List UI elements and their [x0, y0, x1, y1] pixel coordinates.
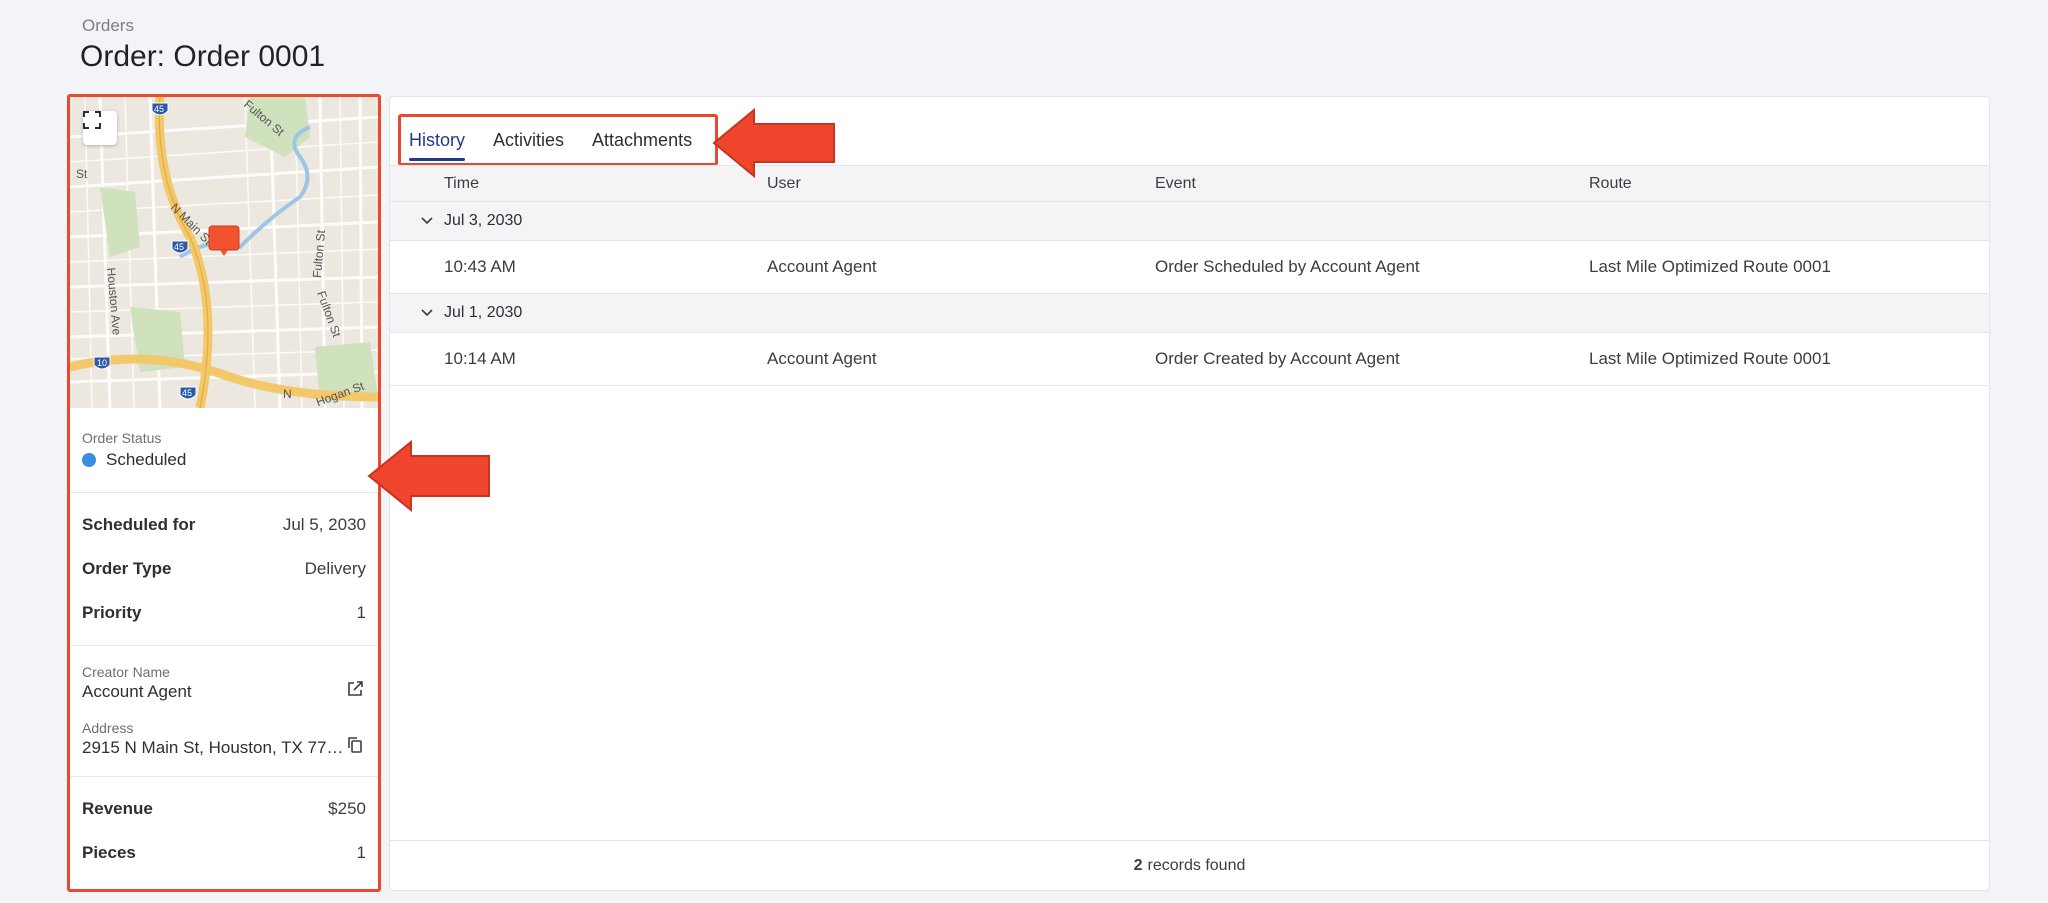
map-street-label: N	[283, 387, 292, 401]
detail-key: Order Type	[82, 559, 172, 578]
detail-row-order-type: Order Type Delivery	[82, 547, 366, 591]
cell-route: Last Mile Optimized Route 0001	[1589, 349, 1831, 368]
page-title: Order: Order 0001	[80, 40, 326, 73]
cell-time: 10:43 AM	[444, 257, 516, 276]
tab-history[interactable]: History	[409, 117, 466, 163]
highway-label: 45	[154, 104, 165, 114]
map-street-label: St	[76, 167, 88, 181]
annotation-arrow-left-icon	[367, 439, 490, 513]
creator-value: Account Agent	[82, 682, 192, 701]
detail-value: $250	[328, 799, 366, 818]
address-value: 2915 N Main St, Houston, TX 77009	[82, 738, 344, 757]
map-expand-button[interactable]	[83, 111, 117, 145]
order-status-value: Scheduled	[106, 450, 187, 469]
order-status-label: Order Status	[82, 430, 162, 446]
column-header-event[interactable]: Event	[1155, 175, 1196, 193]
table-row[interactable]: 10:43 AM Account Agent Order Scheduled b…	[390, 241, 1989, 294]
detail-key: Scheduled for	[82, 515, 196, 534]
detail-value: Delivery	[304, 559, 366, 578]
detail-row-revenue: Revenue $250	[82, 787, 366, 831]
detail-value: 1	[356, 603, 366, 622]
address-label: Address	[82, 720, 134, 736]
detail-key: Revenue	[82, 799, 153, 818]
order-info-section: Creator Name Account Agent Address 2915 …	[70, 646, 378, 777]
order-status-section: Order Status Scheduled	[70, 408, 378, 493]
address-block: Address 2915 N Main St, Houston, TX 7700…	[82, 720, 366, 758]
detail-key: Pieces	[82, 843, 136, 862]
detail-value: 1	[356, 843, 366, 862]
table-row[interactable]: 10:14 AM Account Agent Order Created by …	[390, 333, 1989, 386]
chevron-down-icon[interactable]	[420, 214, 434, 228]
detail-row-scheduled-for: Scheduled for Jul 5, 2030	[82, 503, 366, 547]
detail-row-pieces: Pieces 1	[82, 831, 366, 875]
fullscreen-icon	[83, 111, 101, 129]
highway-label: 10	[97, 358, 108, 368]
history-table: Time User Event Route Jul 3, 2030 10:43 …	[390, 165, 1989, 386]
cell-event: Order Created by Account Agent	[1155, 349, 1400, 368]
open-external-icon[interactable]	[346, 680, 364, 698]
column-header-time[interactable]: Time	[444, 175, 479, 193]
column-header-route[interactable]: Route	[1589, 175, 1632, 193]
detail-value: Jul 5, 2030	[282, 515, 366, 534]
records-count: 2	[1133, 856, 1143, 874]
order-totals-section: Revenue $250 Pieces 1	[70, 777, 378, 885]
creator-block: Creator Name Account Agent	[82, 664, 366, 702]
tab-activities[interactable]: Activities	[493, 117, 564, 163]
detail-key: Priority	[82, 603, 142, 622]
table-footer: 2 records found	[390, 840, 1989, 890]
cell-time: 10:14 AM	[444, 349, 516, 368]
group-row[interactable]: Jul 3, 2030	[390, 202, 1989, 241]
copy-icon[interactable]	[346, 736, 364, 754]
chevron-down-icon[interactable]	[420, 306, 434, 320]
order-details-section: Scheduled for Jul 5, 2030 Order Type Del…	[70, 493, 378, 646]
creator-label: Creator Name	[82, 664, 170, 680]
order-map[interactable]: Fulton St N Main St Houston Ave Fulton S…	[70, 97, 378, 408]
highway-label: 45	[174, 242, 185, 252]
cell-user: Account Agent	[767, 257, 877, 276]
table-header: Time User Event Route	[390, 165, 1989, 202]
tab-attachments[interactable]: Attachments	[592, 117, 692, 163]
group-label: Jul 1, 2030	[444, 304, 523, 321]
order-history-panel: History Activities Attachments Time User…	[389, 96, 1990, 891]
group-label: Jul 3, 2030	[444, 212, 523, 229]
annotation-arrow-left-icon	[712, 107, 835, 179]
highway-label: 45	[182, 388, 193, 398]
status-indicator-dot	[82, 453, 96, 467]
group-row[interactable]: Jul 1, 2030	[390, 294, 1989, 333]
cell-event: Order Scheduled by Account Agent	[1155, 257, 1420, 276]
order-detail-panel: Fulton St N Main St Houston Ave Fulton S…	[67, 94, 381, 892]
detail-row-priority: Priority 1	[82, 591, 366, 635]
tab-bar: History Activities Attachments	[398, 114, 718, 166]
order-location-pin-icon[interactable]	[208, 225, 240, 257]
breadcrumb[interactable]: Orders	[82, 16, 134, 36]
records-found-label: records found	[1147, 856, 1246, 874]
cell-user: Account Agent	[767, 349, 877, 368]
cell-route: Last Mile Optimized Route 0001	[1589, 257, 1831, 276]
